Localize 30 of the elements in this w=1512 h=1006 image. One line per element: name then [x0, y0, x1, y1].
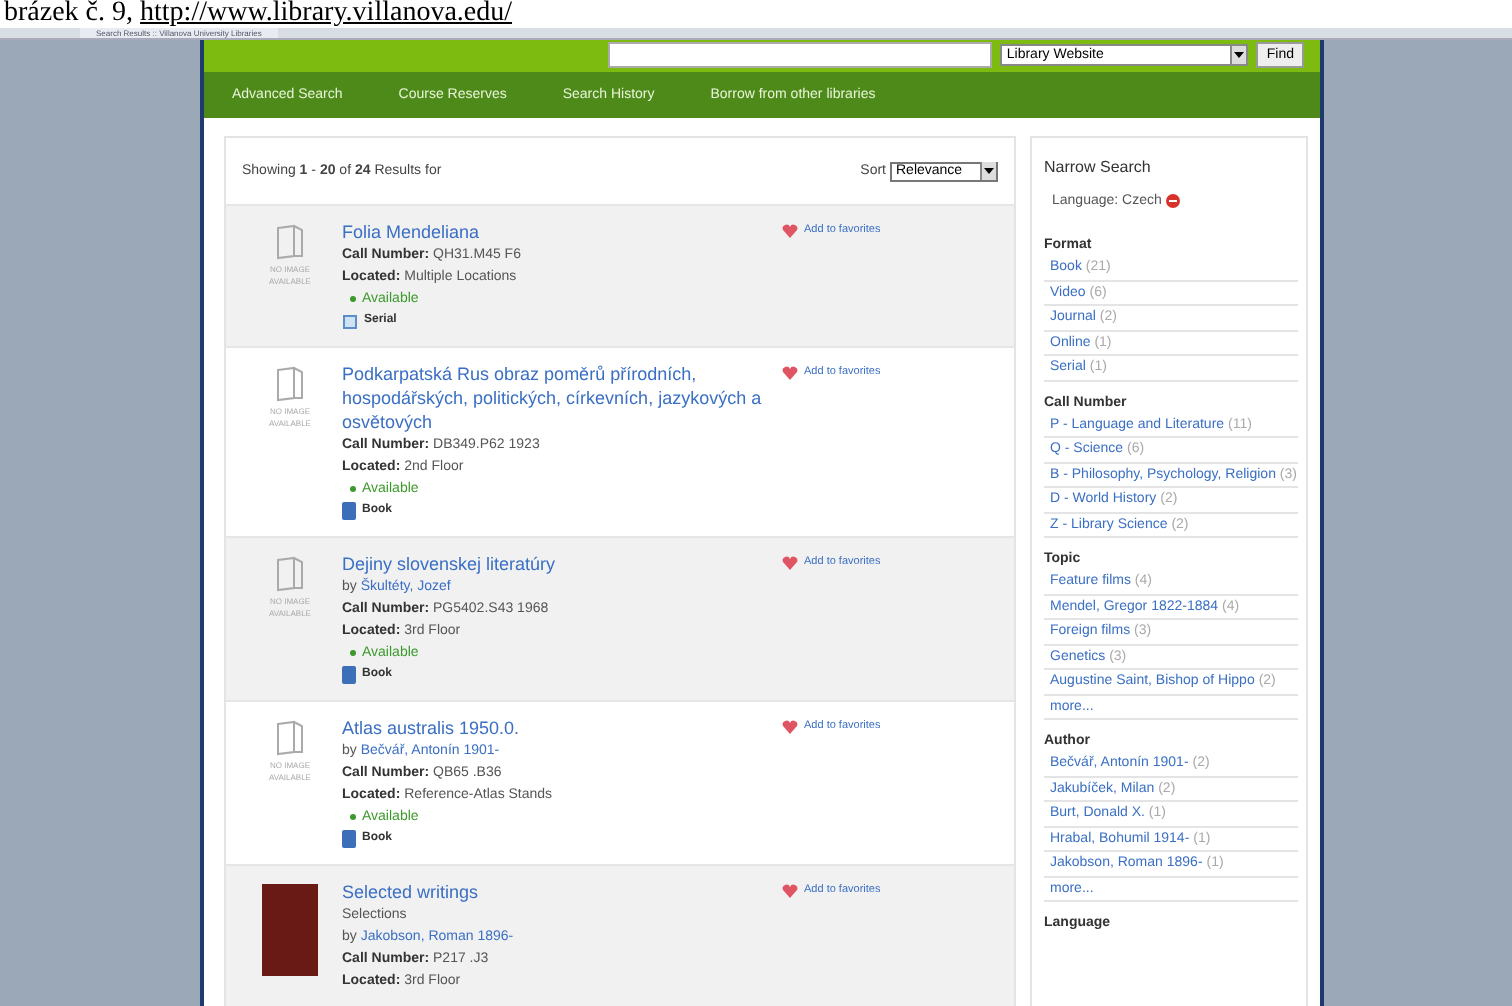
result-title-link[interactable]: Dejiny slovenskej literatúry: [342, 552, 782, 576]
status-dot-icon: [350, 296, 356, 302]
caption-text: brázek č. 9, http://www.library.villanova.edu/: [2, 0, 515, 28]
remove-icon[interactable]: [1165, 194, 1180, 208]
book-placeholder-icon: [276, 720, 304, 756]
heart-icon: [782, 884, 798, 898]
narrow-search-title: Narrow Search: [1044, 156, 1153, 180]
book-icon: [342, 666, 356, 684]
result-title-link[interactable]: Folia Mendeliana: [342, 220, 782, 244]
status-dot-icon: [350, 486, 356, 492]
search-field[interactable]: [608, 42, 993, 69]
book-placeholder-icon: [276, 556, 304, 592]
book-icon: [342, 502, 356, 520]
status-dot-icon: [350, 650, 356, 656]
heart-icon: [782, 720, 798, 734]
heart-icon: [782, 224, 798, 238]
heart-icon: [782, 556, 798, 570]
status-dot-icon: [350, 814, 356, 820]
caret-icon: [980, 162, 996, 180]
document-icon: [342, 313, 358, 329]
caret-icon: [1230, 46, 1247, 65]
book-placeholder-icon: [276, 224, 304, 260]
result-title-link[interactable]: Podkarpatská Rus obraz poměrů přírodních, hospodářských, politických, církevních, jazykových a osvětových: [342, 362, 782, 434]
caption-link[interactable]: http://www.library.villanova.edu/: [140, 0, 513, 28]
book-cover-photo: [262, 884, 318, 976]
book-placeholder-icon: [276, 366, 304, 402]
book-icon: [342, 830, 356, 848]
heart-icon: [782, 366, 798, 380]
result-title-link[interactable]: Atlas australis 1950.0.: [342, 716, 782, 740]
result-title-link[interactable]: Selected writings: [342, 880, 782, 904]
